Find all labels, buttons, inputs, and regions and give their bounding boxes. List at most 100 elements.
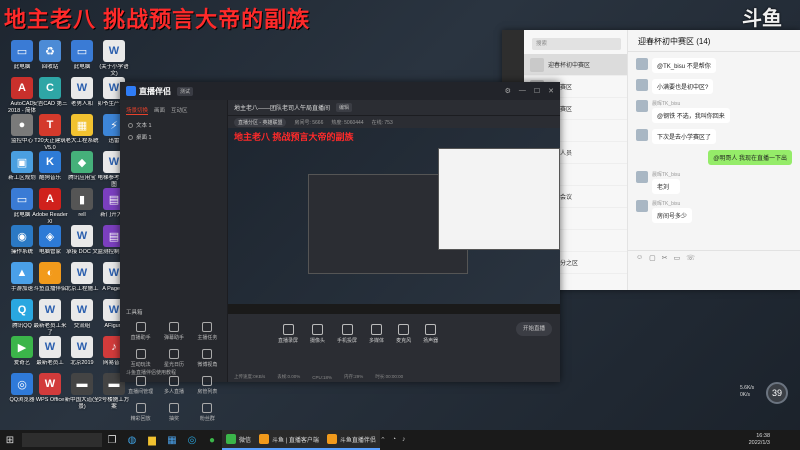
- desktop-icon[interactable]: W (关于小学语文): [96, 40, 132, 78]
- system-tray[interactable]: ⌃ ◔ ♪: [380, 436, 406, 444]
- stream-control[interactable]: 扬声器: [423, 324, 438, 344]
- chat-history-icon[interactable]: ▭: [674, 254, 681, 262]
- taskbar-apps[interactable]: 微信 斗鱼 | 直播客户端 斗鱼直播伴侣: [222, 430, 380, 450]
- avatar[interactable]: [636, 58, 648, 70]
- taskbar-search[interactable]: [22, 433, 102, 447]
- taskbar-app[interactable]: 微信: [222, 430, 256, 450]
- camera-icon: [312, 324, 324, 335]
- edge-icon[interactable]: ◍: [122, 430, 142, 450]
- visibility-icon[interactable]: [128, 134, 133, 140]
- avatar[interactable]: [636, 79, 648, 91]
- room-edit-button[interactable]: 编辑: [336, 103, 353, 112]
- desktop-icon[interactable]: W 北京2019: [64, 336, 100, 374]
- scene-tab[interactable]: 场景切换: [126, 106, 149, 115]
- desktop-icon-label: 老大工程系统: [65, 138, 99, 144]
- task-view-icon[interactable]: ❐: [102, 430, 122, 450]
- desktop-icon[interactable]: W WPS Office: [32, 373, 68, 411]
- network-speed-widget[interactable]: 5.6K/s 0K/s 39: [738, 382, 788, 404]
- avatar[interactable]: [636, 200, 648, 212]
- desktop-icon[interactable]: K 酷狗音乐: [32, 151, 68, 189]
- taskbar-app[interactable]: 斗鱼 | 直播客户端: [255, 430, 323, 450]
- stream-control[interactable]: 手机投屏: [337, 324, 357, 344]
- scene-tabs[interactable]: 场景切换 画面 互动区: [120, 100, 227, 119]
- settings-icon[interactable]: ⚙: [505, 87, 511, 95]
- desktop-icon[interactable]: ◐ 斗鱼直播伴侣: [32, 262, 68, 300]
- stream-control[interactable]: 麦克风: [396, 324, 411, 344]
- tutorial-link[interactable]: 斗鱼直播伴侣使用教程: [126, 369, 176, 376]
- taskbar-clock[interactable]: 16:38 2022/1/3: [749, 433, 800, 447]
- desktop-icon[interactable]: ▭ 此电脑: [64, 40, 100, 78]
- toolbox-item-label: 粉丝群: [199, 416, 215, 422]
- toolbox-item[interactable]: 微博视角: [191, 349, 224, 368]
- toolbox-item[interactable]: 星光日历: [157, 349, 190, 368]
- volume-icon[interactable]: ♪: [402, 436, 406, 444]
- toolbox-item[interactable]: 多人直播: [157, 376, 190, 395]
- scene-tab[interactable]: 互动区: [171, 106, 188, 115]
- visibility-icon[interactable]: [128, 122, 133, 128]
- toolbox-item[interactable]: 互动玩法: [124, 349, 157, 368]
- toolbox-item[interactable]: 弹幕助手: [157, 322, 190, 341]
- stream-control[interactable]: 摄像头: [310, 324, 325, 344]
- message-bubble: 老刘: [652, 179, 681, 194]
- scissors-icon[interactable]: ✂: [662, 254, 668, 262]
- desktop-icon[interactable]: W 交流组: [64, 299, 100, 337]
- toolbox-item[interactable]: 主播任务: [191, 322, 224, 341]
- desktop-icon[interactable]: ◈ 电脑管家: [32, 225, 68, 263]
- chat-input-area[interactable]: [628, 264, 800, 290]
- desktop-icon[interactable]: ▮ rell: [64, 188, 100, 226]
- minimize-icon[interactable]: —: [519, 87, 526, 95]
- store-icon[interactable]: ▦: [162, 430, 182, 450]
- desktop-icon[interactable]: W 承接 DOC 文: [64, 225, 100, 263]
- network-icon[interactable]: ◔: [392, 436, 396, 444]
- scene-item[interactable]: 文本 1: [120, 119, 227, 131]
- scene-list[interactable]: 文本 1 桌面 1: [120, 119, 227, 143]
- stream-control[interactable]: 直播录屏: [278, 324, 298, 344]
- desktop-icon[interactable]: C 安吉CAD 第三: [32, 77, 68, 115]
- avatar[interactable]: [636, 171, 648, 183]
- close-icon[interactable]: ✕: [548, 87, 554, 95]
- desktop-icon[interactable]: W 北京工程施工: [64, 262, 100, 300]
- stream-control-bar[interactable]: 直播录屏 摄像头 手机投屏 多媒体 麦克风 扬声器: [228, 314, 560, 354]
- toolbox-item[interactable]: 直播间管理: [124, 376, 157, 395]
- toolbox-item[interactable]: 粉丝群: [191, 403, 224, 422]
- desktop-icon[interactable]: A Adobe Reader XI: [32, 188, 68, 226]
- desktop-icon[interactable]: W 最新老员工来了: [32, 299, 68, 337]
- phone-icon[interactable]: ☏: [686, 254, 695, 262]
- toolbox-item[interactable]: 房管列表: [191, 376, 224, 395]
- desktop-icon[interactable]: ♻ 回收站: [32, 40, 68, 78]
- taskbar-app[interactable]: 斗鱼直播伴侣: [322, 430, 380, 450]
- chat-toolbar[interactable]: ☺ ▢ ✂ ▭ ☏: [628, 250, 800, 264]
- desktop-icon[interactable]: W 最新老员工: [32, 336, 68, 374]
- qq-icon[interactable]: ◎: [182, 430, 202, 450]
- message-bubble: @TK_bisu 不是帮你: [652, 58, 716, 73]
- chat-list-item[interactable]: 迎春杯初中赛区: [524, 54, 627, 76]
- desktop-icon[interactable]: ▬ 新中国大道(全景): [64, 373, 100, 411]
- desktop-icon[interactable]: W 老男人和: [64, 77, 100, 115]
- desktop-icon[interactable]: ◆ 腾讯应用宝: [64, 151, 100, 189]
- file-explorer-icon[interactable]: ▆: [142, 430, 162, 450]
- start-icon[interactable]: ⊞: [0, 430, 20, 450]
- stream-preview: 地主老八 挑战预言大帝的副族: [228, 128, 560, 314]
- emoji-icon[interactable]: ☺: [636, 254, 643, 261]
- room-stat[interactable]: 直播分区 - 英雄联盟: [234, 117, 287, 127]
- toolbox-item[interactable]: 精彩回放: [124, 403, 157, 422]
- avatar[interactable]: [636, 100, 648, 112]
- window-controls[interactable]: ⚙ — ☐ ✕: [505, 87, 554, 95]
- browser-icon[interactable]: ●: [202, 430, 222, 450]
- scene-item[interactable]: 桌面 1: [120, 131, 227, 143]
- toolbox-item[interactable]: 抽奖: [157, 403, 190, 422]
- taskbar-app-label: 微信: [239, 437, 252, 444]
- chat-search-input[interactable]: 搜索: [532, 38, 621, 50]
- stream-app-titlebar[interactable]: 直播伴侣 测试 ⚙ — ☐ ✕: [120, 82, 560, 100]
- folder-icon[interactable]: ▢: [649, 254, 656, 262]
- maximize-icon[interactable]: ☐: [534, 87, 540, 95]
- avatar[interactable]: [636, 129, 648, 141]
- stream-control[interactable]: 多媒体: [369, 324, 384, 344]
- tray-chevron-icon[interactable]: ⌃: [380, 436, 386, 444]
- toolbox-item[interactable]: 直播助手: [124, 322, 157, 341]
- scene-tab[interactable]: 画面: [154, 106, 165, 115]
- desktop-icon[interactable]: T T20天正建筑V5.0: [32, 114, 68, 152]
- desktop-icon[interactable]: ▦ 老大工程系统: [64, 114, 100, 152]
- stream-app-window[interactable]: 直播伴侣 测试 ⚙ — ☐ ✕ 场景切换 画面 互动区 文本 1 桌面 1 工具箱 直…: [120, 82, 560, 422]
- start-stream-button[interactable]: 开始直播: [516, 322, 552, 336]
